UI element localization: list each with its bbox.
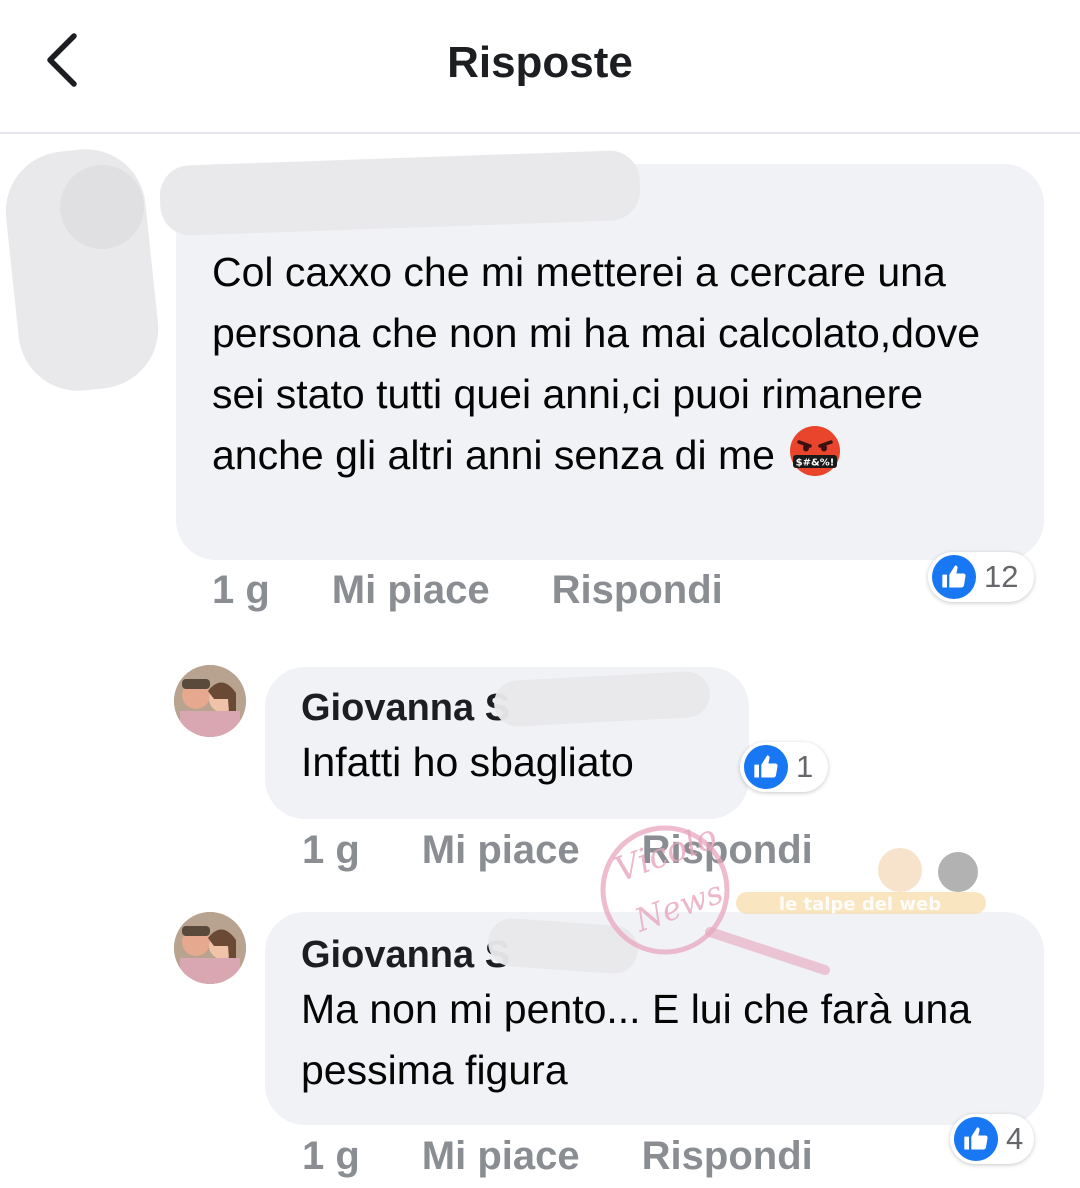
reply-button[interactable]: Rispondi: [642, 828, 813, 873]
like-icon: [954, 1117, 998, 1161]
reaction-summary[interactable]: 1: [740, 742, 828, 792]
face-with-symbols-on-mouth-icon: $#&%!: [790, 426, 841, 476]
like-button[interactable]: Mi piace: [422, 828, 580, 873]
reply-time: 1 g: [302, 1134, 360, 1178]
like-button[interactable]: Mi piace: [332, 568, 490, 613]
reply-button[interactable]: Rispondi: [642, 1134, 813, 1179]
reply-time: 1 g: [302, 828, 360, 872]
like-button[interactable]: Mi piace: [422, 1134, 580, 1179]
like-icon: [932, 555, 976, 599]
comment-text: Col caxxo che mi metterei a cercare una …: [212, 242, 1010, 486]
reaction-count: 12: [984, 559, 1019, 594]
avatar[interactable]: [174, 912, 246, 984]
reply-bubble: Giovanna S Ma non mi pento... E lui che …: [265, 912, 1044, 1125]
reply-actions: 1 g Mi piace Rispondi: [302, 828, 813, 873]
comment-text-body: Col caxxo che mi metterei a cercare una …: [212, 249, 981, 478]
reply-author[interactable]: Giovanna S: [301, 934, 1008, 977]
reply-button[interactable]: Rispondi: [552, 568, 723, 613]
comment-time: 1 g: [212, 568, 270, 612]
like-icon: [744, 745, 788, 789]
comment-actions: 1 g Mi piace Rispondi: [212, 568, 723, 613]
reply-actions: 1 g Mi piace Rispondi: [302, 1134, 813, 1179]
header-bar: Risposte: [0, 0, 1080, 134]
avatar[interactable]: [174, 665, 246, 737]
svg-text:$#&%!: $#&%!: [796, 458, 835, 469]
reply-text: Ma non mi pento... E lui che farà una pe…: [301, 986, 972, 1093]
page-title: Risposte: [447, 38, 633, 87]
reaction-count: 1: [796, 749, 814, 784]
reaction-count: 4: [1006, 1121, 1024, 1156]
redaction-scribble: [0, 143, 165, 397]
reaction-summary[interactable]: 12: [928, 552, 1034, 602]
reaction-summary[interactable]: 4: [950, 1114, 1034, 1164]
reply-text: Infatti ho sbagliato: [301, 739, 634, 785]
